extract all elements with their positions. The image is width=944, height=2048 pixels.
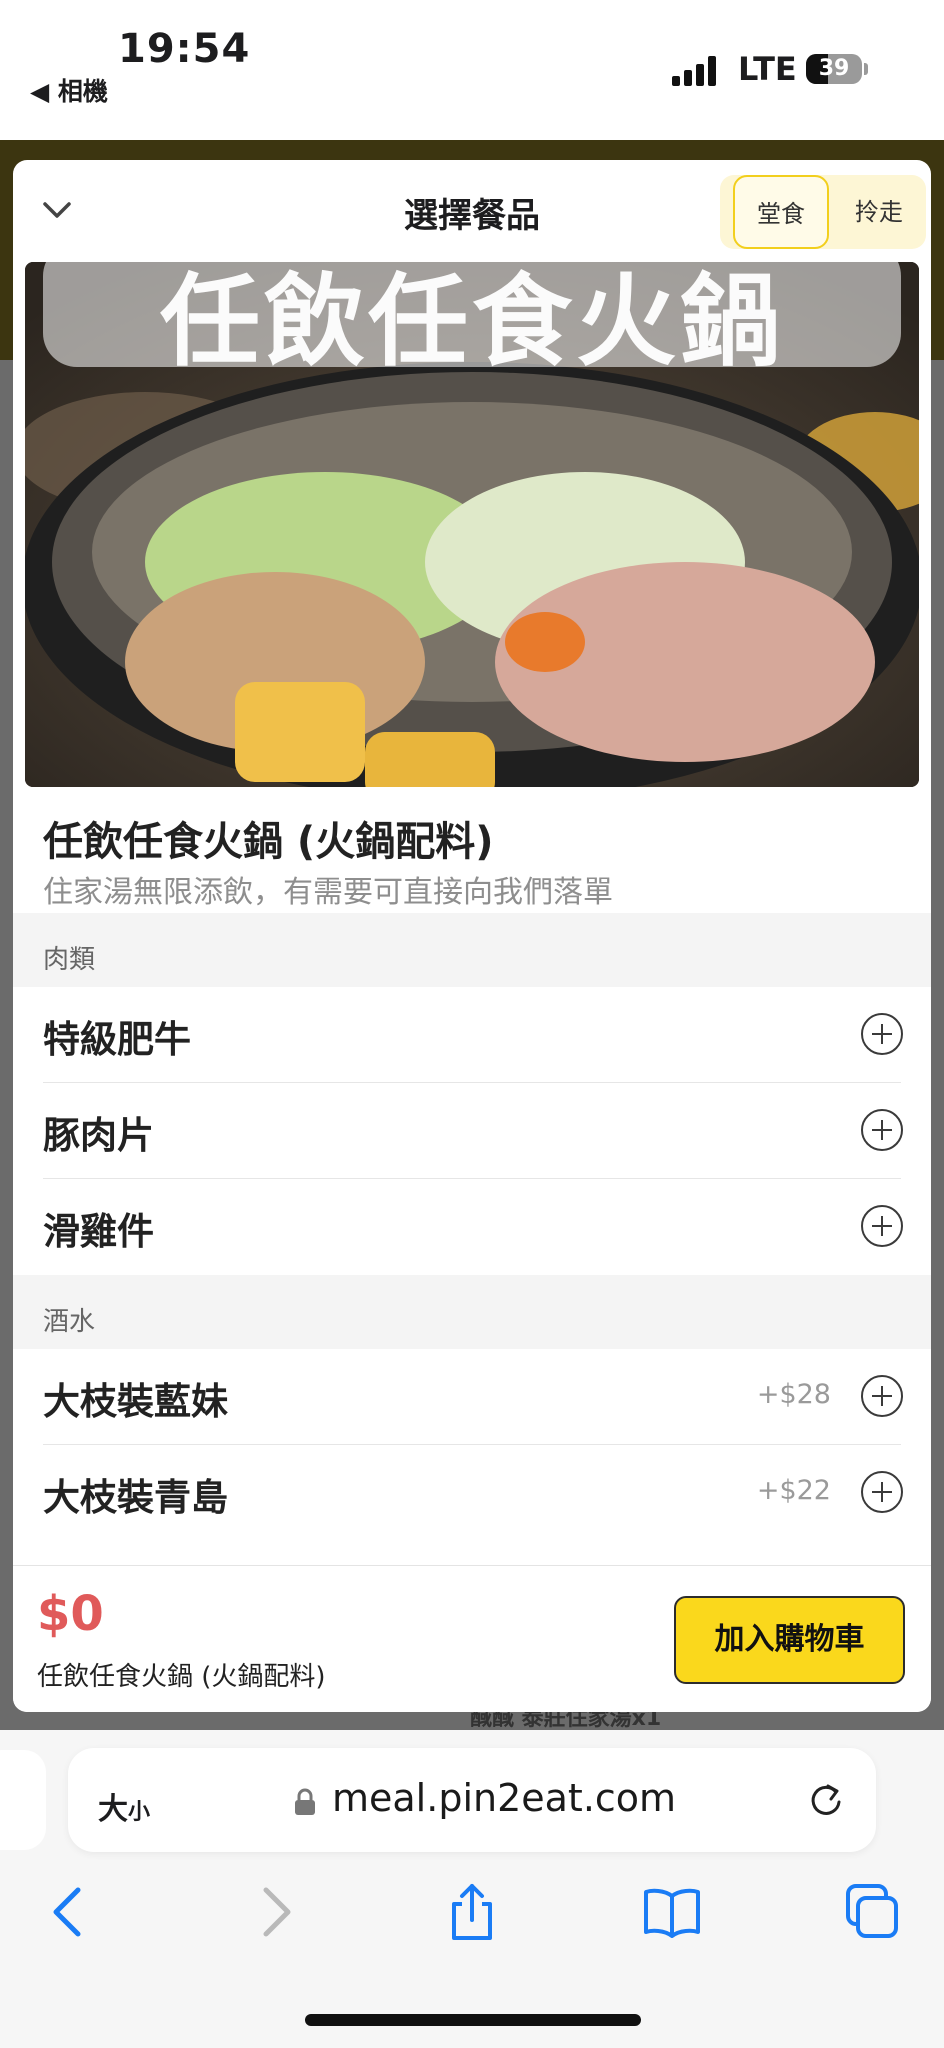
battery-tip [864, 63, 868, 75]
battery-level: 39 [818, 56, 850, 81]
modal-footer: $0 任飲任食火鍋 (火鍋配料) 加入購物車 [13, 1565, 931, 1712]
previous-tab-preview[interactable] [0, 1750, 46, 1850]
dining-mode-toggle: 堂食 拎走 [720, 175, 926, 249]
option-price: +$28 [756, 1379, 831, 1410]
section-header-meat: 肉類 [13, 913, 931, 987]
add-option-button[interactable] [861, 1013, 903, 1055]
home-indicator [305, 2014, 641, 2026]
text-size-button[interactable]: 大小 [98, 1784, 150, 1828]
dine-in-button[interactable]: 堂食 [733, 175, 829, 249]
cellular-signal-icon [672, 56, 722, 86]
add-option-button[interactable] [861, 1205, 903, 1247]
modal-header: 選擇餐品 堂食 拎走 [13, 160, 931, 262]
option-name: 大枝裝青島 [43, 1476, 228, 1519]
status-bar: 19:54 ◀ 相機 LTE 39 [0, 0, 944, 140]
item-name: 任飲任食火鍋 (火鍋配料) [43, 819, 494, 865]
hero-title-text: 任飲任食火鍋 [160, 263, 784, 380]
select-item-modal: 選擇餐品 堂食 拎走 任飲任食火鍋 任飲任食火鍋 (火鍋配料) 住家湯無限添飲，… [13, 160, 931, 1712]
status-time: 19:54 [118, 26, 251, 72]
option-row[interactable]: 豚肉片 [13, 1083, 931, 1179]
section-label: 酒水 [43, 1307, 96, 1337]
item-description: 住家湯無限添飲，有需要可直接向我們落單 [43, 875, 613, 910]
lock-icon [295, 1788, 315, 1815]
takeaway-button[interactable]: 拎走 [834, 175, 924, 249]
footer-item-name: 任飲任食火鍋 (火鍋配料) [37, 1662, 326, 1692]
option-name: 豚肉片 [43, 1114, 154, 1157]
back-to-app-link[interactable]: ◀ 相機 [30, 72, 108, 108]
add-to-cart-button[interactable]: 加入購物車 [674, 1596, 905, 1684]
option-name: 特級肥牛 [43, 1018, 191, 1061]
item-info: 任飲任食火鍋 (火鍋配料) 住家湯無限添飲，有需要可直接向我們落單 [13, 787, 931, 914]
section-header-drinks: 酒水 [13, 1275, 931, 1349]
bookmarks-icon[interactable] [642, 1882, 702, 1942]
option-row[interactable]: 大枝裝藍妹 +$28 [13, 1349, 931, 1445]
add-option-button[interactable] [861, 1375, 903, 1417]
address-bar[interactable]: 大小 meal.pin2eat.com [68, 1748, 876, 1852]
option-price: +$22 [756, 1475, 831, 1506]
tabs-icon[interactable] [842, 1882, 902, 1942]
add-option-button[interactable] [861, 1109, 903, 1151]
hero-image: 任飲任食火鍋 [25, 262, 919, 787]
battery-icon: 39 [806, 54, 862, 84]
section-label: 肉類 [43, 945, 96, 975]
back-arrow-icon[interactable] [40, 1882, 100, 1942]
option-row[interactable]: 滑雞件 [13, 1179, 931, 1275]
option-name: 滑雞件 [43, 1210, 154, 1253]
forward-arrow-icon[interactable] [244, 1882, 304, 1942]
option-row[interactable]: 大枝裝青島 +$22 [13, 1445, 931, 1541]
add-option-button[interactable] [861, 1471, 903, 1513]
url-text: meal.pin2eat.com [332, 1776, 677, 1820]
total-price: $0 [37, 1586, 104, 1642]
network-type: LTE [738, 50, 797, 88]
browser-toolbar: 大小 meal.pin2eat.com [0, 1730, 944, 2048]
option-name: 大枝裝藍妹 [43, 1380, 228, 1423]
reload-icon[interactable] [806, 1780, 846, 1820]
share-icon[interactable] [442, 1882, 502, 1942]
option-row[interactable]: 特級肥牛 [13, 987, 931, 1083]
